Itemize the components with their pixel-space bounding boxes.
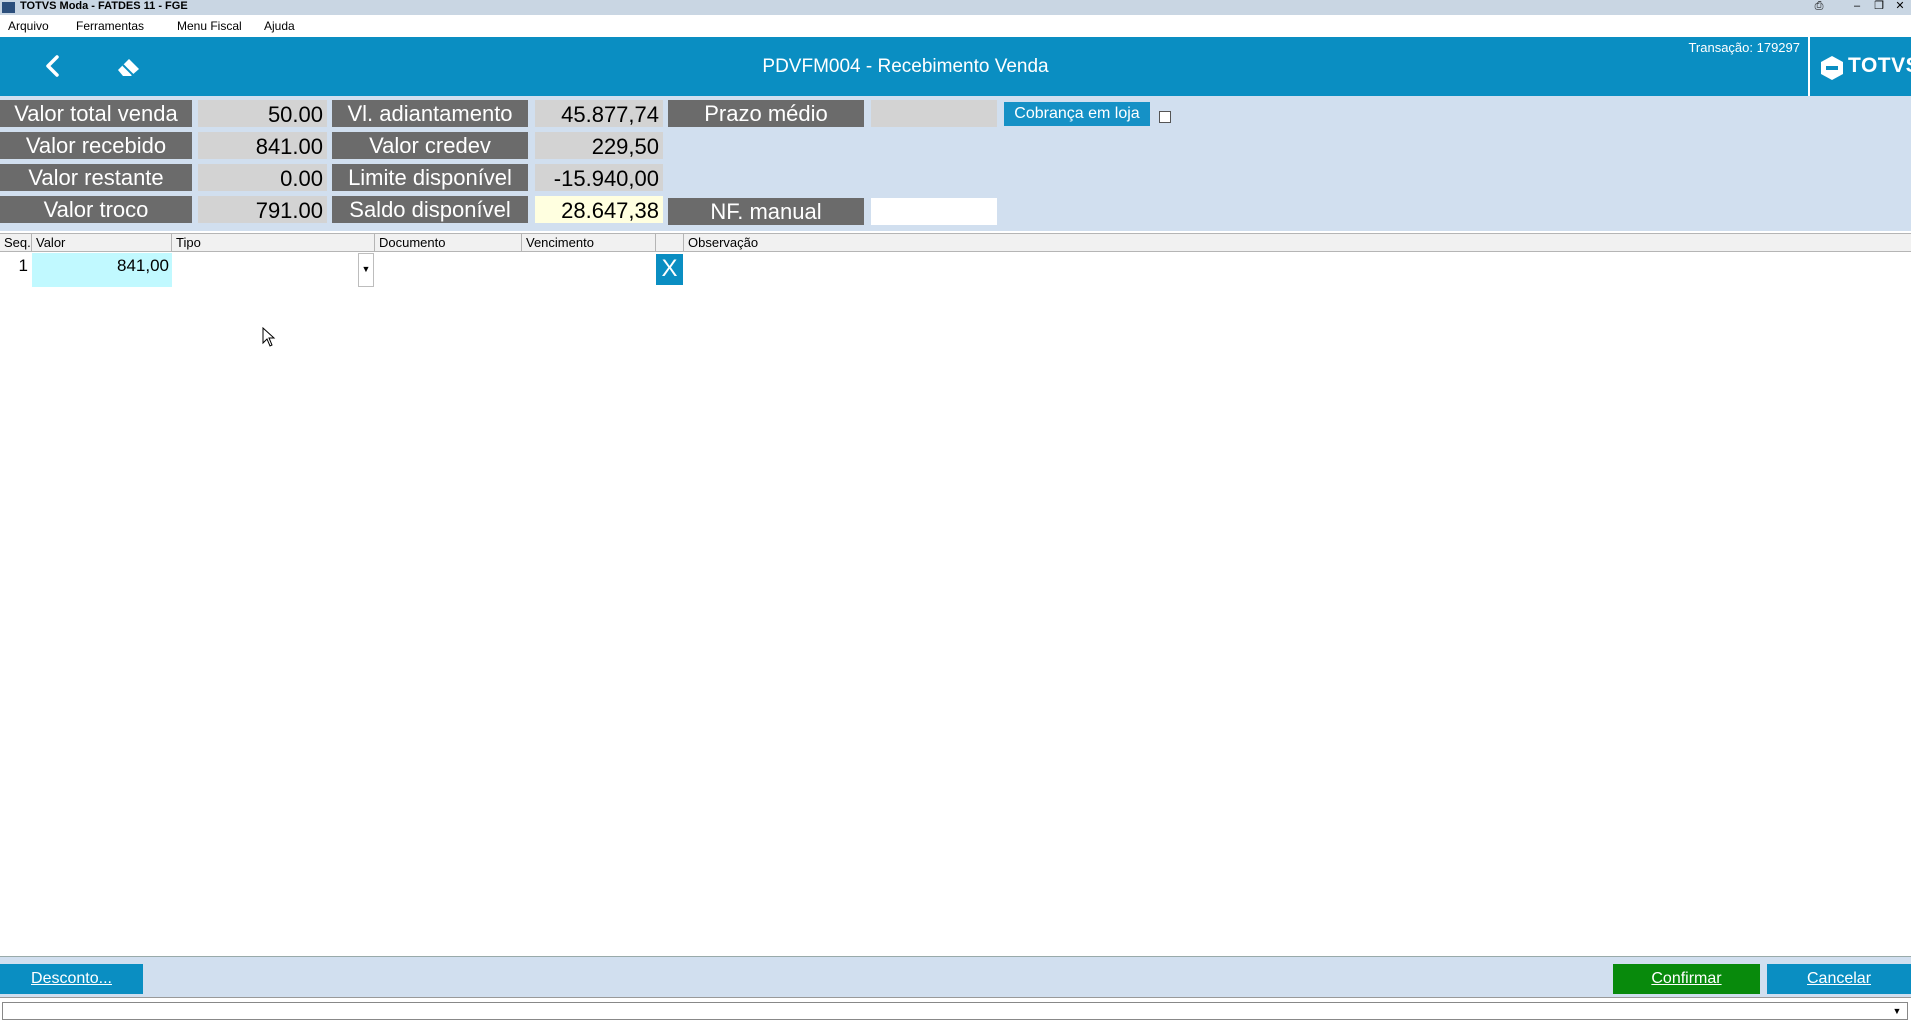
minimize-button[interactable]: –: [1846, 0, 1868, 14]
menu-bar: Arquivo Ferramentas Menu Fiscal Ajuda: [0, 15, 1911, 37]
payments-grid-header: Seq. Valor Tipo Documento Vencimento Obs…: [0, 233, 1911, 252]
transaction-number: Transação: 179297: [1688, 40, 1800, 55]
delete-row-button[interactable]: X: [656, 254, 683, 285]
value-saldo-disponivel: 28.647,38: [535, 196, 663, 223]
status-input[interactable]: [2, 1002, 1908, 1020]
value-valor-credev: 229,50: [535, 132, 663, 159]
page-header: PDVFM004 - Recebimento Venda Transação: …: [0, 37, 1911, 96]
cell-tipo-select[interactable]: [172, 253, 358, 287]
page-title: PDVFM004 - Recebimento Venda: [762, 56, 1049, 77]
menu-ajuda[interactable]: Ajuda: [264, 19, 295, 33]
label-valor-total-venda: Valor total venda: [0, 100, 192, 127]
value-valor-recebido: 841.00: [198, 132, 327, 159]
label-saldo-disponivel: Saldo disponível: [332, 196, 528, 223]
cell-valor-input[interactable]: 841,00: [32, 253, 172, 287]
value-valor-restante: 0.00: [198, 164, 327, 191]
chevron-down-icon: ▼: [361, 264, 371, 274]
value-vl-adiantamento: 45.877,74: [535, 100, 663, 127]
window-title: TOTVS Moda - FATDES 11 - FGE: [20, 0, 188, 12]
app-icon: [2, 2, 15, 13]
col-vencimento[interactable]: Vencimento: [522, 234, 656, 252]
col-observacao[interactable]: Observação: [684, 234, 1911, 252]
clear-button[interactable]: [114, 51, 144, 81]
confirmar-button[interactable]: Confirmar: [1613, 964, 1760, 994]
footer-bar: Desconto... Confirmar Cancelar: [0, 956, 1911, 997]
cobranca-em-loja-button[interactable]: Cobrança em loja: [1004, 102, 1150, 126]
tipo-dropdown-button[interactable]: ▼: [358, 253, 374, 287]
totvs-hexagon-icon: [1821, 56, 1843, 80]
close-window-button[interactable]: ✕: [1889, 0, 1911, 14]
cell-observacao-input[interactable]: [684, 253, 1911, 287]
cobranca-em-loja-checkbox[interactable]: [1159, 111, 1171, 123]
status-bar: ▼: [0, 997, 1911, 1023]
cell-seq: 1: [18, 256, 28, 275]
col-action: [656, 234, 684, 252]
label-valor-restante: Valor restante: [0, 164, 192, 191]
chevron-left-icon: [46, 55, 59, 77]
menu-fiscal[interactable]: Menu Fiscal: [177, 19, 242, 33]
summary-panel: Valor total venda 50.00 Valor recebido 8…: [0, 96, 1911, 231]
status-dropdown-icon[interactable]: ▼: [1890, 1004, 1904, 1018]
label-valor-troco: Valor troco: [0, 196, 192, 223]
cell-vencimento-input[interactable]: [522, 253, 656, 287]
back-button[interactable]: [38, 51, 68, 81]
value-valor-troco: 791.00: [198, 196, 327, 223]
value-prazo-medio: [871, 100, 997, 127]
col-valor[interactable]: Valor: [32, 234, 172, 252]
window-title-bar: TOTVS Moda - FATDES 11 - FGE ⎙ – ❐ ✕: [0, 0, 1911, 15]
desconto-button[interactable]: Desconto...: [0, 964, 143, 994]
label-nf-manual: NF. manual: [668, 198, 864, 225]
menu-arquivo[interactable]: Arquivo: [8, 19, 49, 33]
table-row: 1 841,00 ▼ X: [0, 253, 1911, 287]
label-vl-adiantamento: Vl. adiantamento: [332, 100, 528, 127]
col-documento[interactable]: Documento: [375, 234, 522, 252]
col-tipo[interactable]: Tipo: [172, 234, 375, 252]
col-seq[interactable]: Seq.: [0, 234, 32, 252]
cancelar-button[interactable]: Cancelar: [1767, 964, 1911, 994]
label-limite-disponivel: Limite disponível: [332, 164, 528, 191]
mouse-cursor-icon: [262, 327, 276, 347]
logo-text: TOTVS: [1848, 54, 1911, 77]
menu-ferramentas[interactable]: Ferramentas: [76, 19, 144, 33]
nf-manual-input[interactable]: [871, 198, 997, 225]
value-valor-total-venda: 50.00: [198, 100, 327, 127]
totvs-logo: TOTVS: [1808, 37, 1911, 96]
printer-icon[interactable]: ⎙: [1808, 0, 1830, 14]
label-valor-recebido: Valor recebido: [0, 132, 192, 159]
label-prazo-medio: Prazo médio: [668, 100, 864, 127]
label-valor-credev: Valor credev: [332, 132, 528, 159]
eraser-icon: [118, 59, 139, 76]
cell-documento-input[interactable]: [375, 253, 522, 287]
restore-button[interactable]: ❐: [1868, 0, 1890, 14]
value-limite-disponivel: -15.940,00: [535, 164, 663, 191]
